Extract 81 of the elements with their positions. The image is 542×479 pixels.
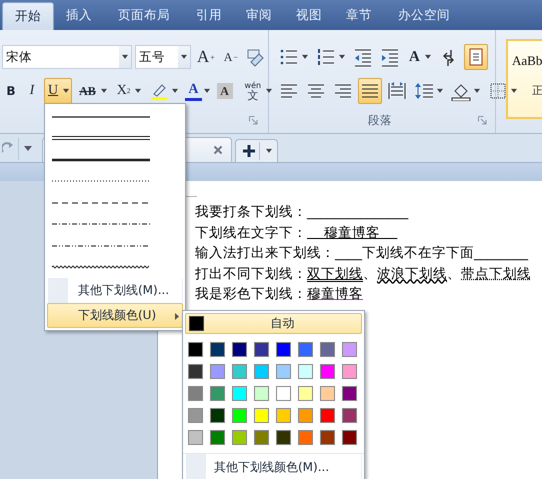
- automatic-color-option[interactable]: 自动: [185, 313, 362, 334]
- color-swatch[interactable]: [342, 408, 357, 423]
- color-swatch[interactable]: [320, 430, 335, 445]
- font-color-button[interactable]: A: [185, 81, 202, 101]
- ribbon-tab[interactable]: 视图: [284, 0, 334, 30]
- distribute-icon[interactable]: [387, 81, 407, 101]
- color-swatch[interactable]: [254, 386, 269, 401]
- phonetic-guide-button[interactable]: wén 文: [242, 79, 264, 103]
- redo-icon[interactable]: [2, 141, 14, 155]
- color-swatch[interactable]: [298, 364, 313, 379]
- ribbon-tab[interactable]: 插入: [54, 0, 104, 30]
- document-text-line: 我要打条下划线：_______________: [195, 203, 410, 222]
- menu-item[interactable]: 其他下划线(M)...: [47, 278, 183, 303]
- document-text-line: 下划线在文字下： 穆童博客: [195, 224, 382, 242]
- bold-button[interactable]: B: [3, 79, 19, 103]
- color-swatch[interactable]: [254, 342, 269, 357]
- color-swatch[interactable]: [298, 408, 313, 423]
- dialog-launcher-icon[interactable]: [478, 116, 487, 125]
- color-swatch[interactable]: [188, 364, 203, 379]
- color-swatch[interactable]: [254, 430, 269, 445]
- color-swatch[interactable]: [210, 430, 225, 445]
- color-swatch[interactable]: [276, 386, 291, 401]
- italic-button[interactable]: I: [24, 79, 40, 103]
- color-swatch[interactable]: [342, 342, 357, 357]
- color-swatch[interactable]: [276, 342, 291, 357]
- plus-icon: [242, 144, 256, 158]
- dialog-launcher-icon[interactable]: [249, 116, 258, 125]
- ribbon-tab[interactable]: 开始: [2, 2, 54, 30]
- color-swatch[interactable]: [232, 408, 247, 423]
- color-swatch[interactable]: [320, 386, 335, 401]
- color-swatch[interactable]: [254, 364, 269, 379]
- close-icon[interactable]: [213, 145, 223, 155]
- color-swatch[interactable]: [342, 386, 357, 401]
- strikethrough-button[interactable]: AB: [76, 79, 99, 103]
- indent-icon[interactable]: [380, 47, 400, 67]
- color-swatch[interactable]: [342, 430, 357, 445]
- grow-font-button[interactable]: A$^{+}$: [194, 45, 218, 69]
- character-shading-button[interactable]: A: [216, 83, 233, 99]
- document-text-line: 打出不同下划线：双下划线、波浪下划线、带点下划线: [195, 264, 532, 284]
- ribbon-tab[interactable]: 引用: [184, 0, 234, 30]
- color-swatch[interactable]: [276, 408, 291, 423]
- outdent-icon[interactable]: [353, 47, 373, 67]
- color-swatch[interactable]: [232, 342, 247, 357]
- color-swatch[interactable]: [210, 408, 225, 423]
- character-spacing-button[interactable]: A: [406, 45, 423, 69]
- color-swatch[interactable]: [320, 342, 335, 357]
- color-swatch[interactable]: [232, 386, 247, 401]
- color-swatch[interactable]: [210, 386, 225, 401]
- menu-item[interactable]: 其他下划线颜色(M)...: [185, 454, 362, 479]
- color-swatch[interactable]: [276, 364, 291, 379]
- new-tab-button[interactable]: [235, 139, 278, 162]
- color-swatch[interactable]: [232, 364, 247, 379]
- document-text-line: 我是彩色下划线：穆童博客: [195, 285, 364, 304]
- color-swatch[interactable]: [188, 342, 203, 357]
- ribbon-tab[interactable]: 章节: [334, 0, 384, 30]
- font-name-field[interactable]: 宋体: [2, 45, 132, 69]
- color-swatch[interactable]: [298, 430, 313, 445]
- line-spacing-icon[interactable]: [414, 81, 434, 101]
- color-swatch[interactable]: [298, 386, 313, 401]
- ribbon-tab[interactable]: 办公空间: [384, 0, 464, 30]
- ribbon-tab[interactable]: 审阅: [234, 0, 284, 30]
- bullets-icon[interactable]: [279, 47, 299, 67]
- font-size-field[interactable]: 五号: [135, 45, 191, 69]
- color-swatch[interactable]: [254, 408, 269, 423]
- clear-format-icon[interactable]: [244, 47, 265, 67]
- group-label: 段落: [368, 113, 392, 128]
- color-swatch[interactable]: [298, 342, 313, 357]
- color-swatch[interactable]: [276, 430, 291, 445]
- color-swatch[interactable]: [188, 386, 203, 401]
- color-swatch[interactable]: [210, 342, 225, 357]
- color-swatch[interactable]: [188, 430, 203, 445]
- ribbon-tab[interactable]: 页面布局: [104, 0, 184, 30]
- numbering-icon[interactable]: [316, 47, 336, 67]
- color-swatch[interactable]: [232, 430, 247, 445]
- color-swatch[interactable]: [320, 408, 335, 423]
- borders-icon[interactable]: [488, 81, 508, 101]
- color-swatch[interactable]: [210, 364, 225, 379]
- color-swatch[interactable]: [188, 408, 203, 423]
- color-swatch[interactable]: [342, 364, 357, 379]
- menu-item[interactable]: 下划线颜色(U): [47, 303, 183, 328]
- color-swatch[interactable]: [320, 364, 335, 379]
